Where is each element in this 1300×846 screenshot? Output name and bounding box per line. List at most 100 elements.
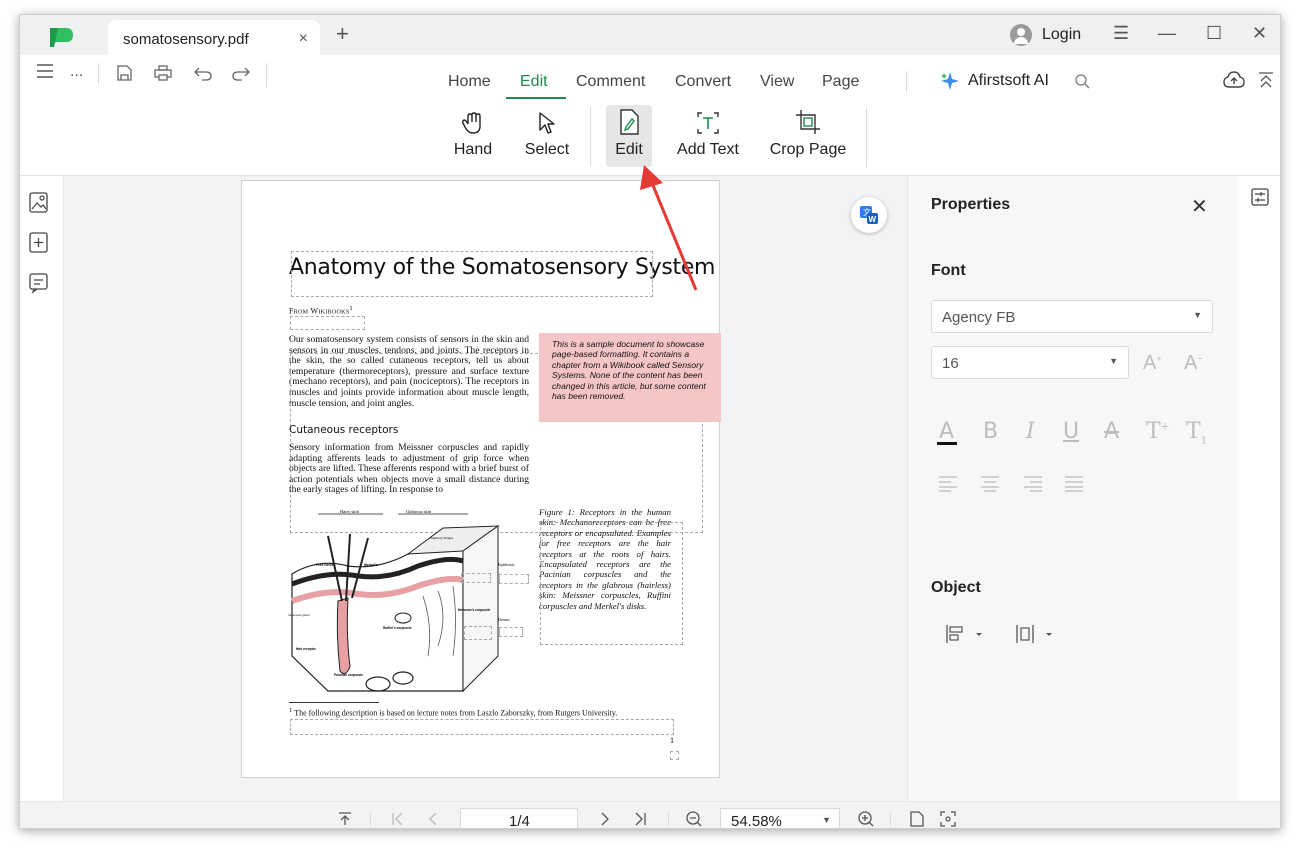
align-right-icon[interactable] bbox=[1024, 476, 1042, 492]
align-objects-dropdown[interactable] bbox=[946, 624, 986, 649]
close-properties-icon[interactable]: ✕ bbox=[1191, 194, 1208, 219]
zoom-out-icon[interactable] bbox=[686, 811, 702, 827]
fullscreen-icon[interactable] bbox=[940, 811, 956, 827]
divider bbox=[370, 812, 371, 826]
page-input-value: 1/4 bbox=[509, 813, 530, 829]
font-color-icon[interactable]: A bbox=[939, 419, 954, 444]
divider bbox=[98, 63, 99, 85]
text-block-outline bbox=[291, 251, 653, 297]
next-page-icon[interactable] bbox=[600, 812, 610, 826]
zoom-in-icon[interactable] bbox=[858, 811, 874, 827]
chevron-down-icon: ▼ bbox=[1109, 356, 1118, 366]
bold-icon[interactable]: B bbox=[983, 419, 998, 444]
redo-icon[interactable] bbox=[232, 65, 250, 81]
label-pacinian: Pacinian corpuscle bbox=[334, 673, 363, 677]
crop-page-button[interactable]: Crop Page bbox=[768, 105, 848, 167]
label-glabrous: Glabrous skin bbox=[406, 509, 432, 514]
tool-label: Crop Page bbox=[769, 141, 847, 158]
underline-icon[interactable]: U bbox=[1063, 419, 1079, 444]
increase-font-icon[interactable]: A+ bbox=[1143, 352, 1162, 375]
tab-comment[interactable]: Comment bbox=[576, 73, 645, 91]
new-tab-button[interactable]: + bbox=[336, 21, 349, 47]
pdf-page[interactable]: Anatomy of the Somatosensory System From… bbox=[241, 180, 721, 778]
comments-icon[interactable] bbox=[29, 272, 49, 299]
decrease-font-icon[interactable]: A− bbox=[1184, 352, 1203, 375]
sparkle-icon bbox=[941, 72, 959, 90]
strikethrough-icon[interactable]: A bbox=[1104, 419, 1119, 444]
active-tab-indicator bbox=[506, 97, 566, 99]
subheading[interactable]: Cutaneous receptors bbox=[289, 424, 398, 436]
label-ruffini: Ruffini's corpuscle bbox=[383, 626, 412, 630]
chevron-down-icon: ▼ bbox=[1193, 310, 1202, 320]
thumbnails-icon[interactable] bbox=[29, 192, 49, 219]
hamburger-menu-icon[interactable]: ☰ bbox=[1113, 23, 1129, 44]
footnote[interactable]: 1 The following description is based on … bbox=[289, 707, 617, 718]
label-merkels: Merkel's bbox=[364, 563, 378, 567]
text-block-outline bbox=[464, 626, 492, 640]
add-text-button[interactable]: Add Text bbox=[674, 105, 742, 167]
align-left-icon[interactable] bbox=[939, 476, 957, 492]
fit-page-icon[interactable] bbox=[910, 811, 924, 827]
text-block-outline bbox=[540, 522, 683, 645]
first-page-icon[interactable] bbox=[392, 812, 404, 826]
document-tab[interactable]: somatosensory.pdf × bbox=[108, 20, 320, 55]
first-page-top-icon[interactable] bbox=[338, 812, 352, 826]
font-family-select[interactable]: Agency FB ▼ bbox=[931, 300, 1213, 333]
superscript-icon[interactable]: T+ bbox=[1146, 419, 1169, 444]
menu-icon[interactable] bbox=[37, 64, 53, 78]
divider bbox=[266, 63, 267, 87]
align-justify-icon[interactable] bbox=[1065, 476, 1083, 492]
login-button[interactable]: Login bbox=[1010, 24, 1081, 46]
page-input[interactable]: 1/4 bbox=[460, 808, 578, 829]
tab-close-icon[interactable]: × bbox=[299, 30, 308, 48]
italic-icon[interactable]: I bbox=[1026, 419, 1035, 444]
skin-figure[interactable]: Hairy skin Glabrous skin Papillary Ridge… bbox=[288, 506, 534, 701]
undo-icon[interactable] bbox=[194, 65, 212, 81]
font-size-select[interactable]: 16 ▼ bbox=[931, 346, 1129, 379]
tab-view[interactable]: View bbox=[760, 73, 794, 91]
last-page-icon[interactable] bbox=[634, 812, 646, 826]
label-hairy: Hairy skin bbox=[340, 509, 360, 514]
cloud-upload-icon[interactable] bbox=[1223, 71, 1245, 89]
label-epidermis: Epidermis bbox=[498, 562, 515, 567]
tab-edit[interactable]: Edit bbox=[520, 73, 548, 91]
distribute-objects-dropdown[interactable] bbox=[1016, 624, 1056, 649]
ai-label: Afirstsoft AI bbox=[968, 72, 1049, 89]
print-icon[interactable] bbox=[154, 65, 172, 81]
properties-toggle-icon[interactable] bbox=[1251, 188, 1269, 206]
cursor-icon bbox=[539, 112, 555, 134]
align-center-icon[interactable] bbox=[981, 476, 999, 492]
sample-note-box[interactable]: This is a sample document to showcase pa… bbox=[539, 333, 721, 422]
more-button[interactable]: ... bbox=[70, 63, 83, 81]
bookmark-icon[interactable] bbox=[29, 232, 49, 259]
label-sebaceous: Sebaceous gland bbox=[288, 613, 310, 617]
divider bbox=[866, 107, 867, 167]
paragraph-2[interactable]: Sensory information from Meissner corpus… bbox=[289, 442, 529, 496]
tab-home[interactable]: Home bbox=[448, 73, 491, 91]
afirstsoft-ai-button[interactable]: Afirstsoft AI bbox=[940, 71, 1049, 91]
tab-page[interactable]: Page bbox=[822, 73, 859, 91]
document-canvas[interactable]: Anatomy of the Somatosensory System From… bbox=[64, 176, 907, 801]
footnote-text: The following description is based on le… bbox=[294, 708, 618, 718]
font-size-value: 16 bbox=[942, 355, 959, 372]
translate-button[interactable]: 文 W bbox=[851, 197, 887, 233]
status-bar: 1/4 54.58% ▼ bbox=[20, 801, 1280, 829]
hand-tool-button[interactable]: Hand bbox=[450, 105, 496, 167]
zoom-select[interactable]: 54.58% ▼ bbox=[720, 808, 840, 828]
distribute-icon bbox=[1016, 625, 1052, 643]
page-number: 1 bbox=[670, 736, 674, 745]
previous-page-icon[interactable] bbox=[428, 812, 438, 826]
doc-from[interactable]: From Wikibooks1 bbox=[289, 305, 353, 316]
maximize-button[interactable]: ☐ bbox=[1206, 23, 1222, 44]
minimize-button[interactable]: — bbox=[1158, 23, 1176, 44]
align-objects-icon bbox=[946, 625, 982, 643]
tab-convert[interactable]: Convert bbox=[675, 73, 731, 91]
search-icon[interactable] bbox=[1074, 73, 1090, 89]
left-sidebar bbox=[20, 176, 64, 801]
subscript-icon[interactable]: T1 bbox=[1186, 419, 1207, 446]
collapse-ribbon-icon[interactable] bbox=[1258, 71, 1274, 89]
edit-tool-button[interactable]: Edit bbox=[606, 105, 652, 167]
select-tool-button[interactable]: Select bbox=[522, 105, 572, 167]
close-window-button[interactable]: ✕ bbox=[1252, 23, 1267, 44]
save-icon[interactable] bbox=[116, 65, 132, 81]
